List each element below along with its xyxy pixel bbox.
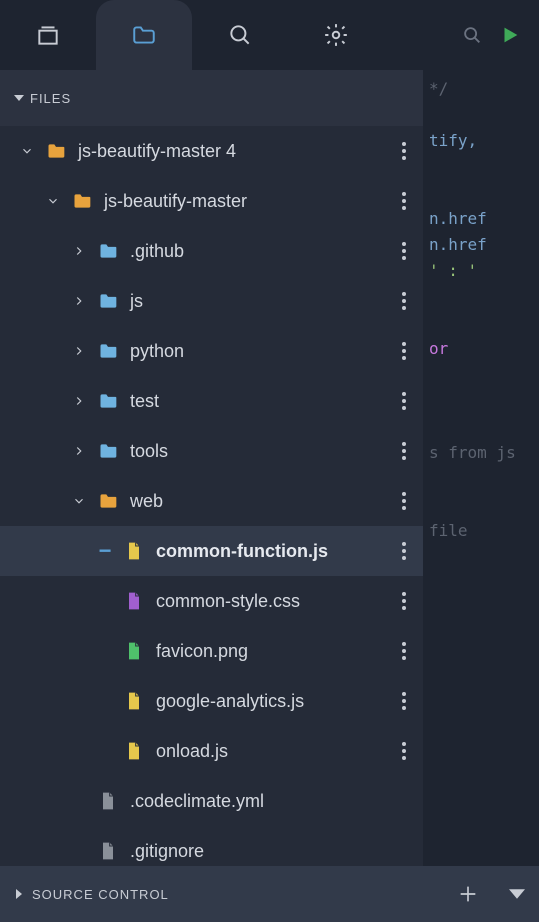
- tree-item-label: .codeclimate.yml: [130, 791, 264, 812]
- file-icon: [98, 841, 118, 861]
- plus-icon: [457, 883, 479, 905]
- tree-item-label: favicon.png: [156, 641, 248, 662]
- chevron-down-icon: [72, 494, 86, 508]
- tree-item-label: js-beautify-master 4: [78, 141, 236, 162]
- source-control-label: SOURCE CONTROL: [32, 887, 169, 902]
- tree-item-label: tools: [130, 441, 168, 462]
- more-options-button[interactable]: [401, 491, 407, 511]
- chevron-right-icon: [72, 294, 86, 308]
- triangle-down-icon: [509, 886, 525, 902]
- tab-search[interactable]: [192, 0, 288, 70]
- tree-row-test[interactable]: test: [0, 376, 423, 426]
- file-icon: [124, 641, 144, 661]
- tree-row-js-beautify-master[interactable]: js-beautify-master: [0, 176, 423, 226]
- file-icon: [124, 591, 144, 611]
- tree-item-label: js: [130, 291, 143, 312]
- tree-row-python[interactable]: python: [0, 326, 423, 376]
- more-options-button[interactable]: [401, 591, 407, 611]
- more-options-button[interactable]: [401, 241, 407, 261]
- file-icon: [98, 791, 118, 811]
- file-tree: js-beautify-master 4 js-beautify-master .g…: [0, 126, 423, 866]
- folder-icon: [131, 22, 157, 48]
- tree-item-label: js-beautify-master: [104, 191, 247, 212]
- more-options-button[interactable]: [401, 391, 407, 411]
- chevron-down-icon: [20, 144, 34, 158]
- source-control-bar: SOURCE CONTROL: [0, 866, 539, 922]
- source-control-dropdown[interactable]: [509, 886, 525, 902]
- tree-item-label: common-style.css: [156, 591, 300, 612]
- tree-row-google-analytics-js[interactable]: google-analytics.js: [0, 676, 423, 726]
- modified-indicator-icon: −: [99, 538, 112, 564]
- chevron-right-icon: [72, 394, 86, 408]
- tree-item-label: .github: [130, 241, 184, 262]
- triangle-down-icon: [14, 93, 24, 103]
- folder-icon: [98, 391, 118, 411]
- tree-item-label: common-function.js: [156, 541, 328, 562]
- folder-icon: [46, 141, 66, 161]
- tab-settings[interactable]: [288, 0, 384, 70]
- topbar: [0, 0, 539, 70]
- chevron-right-icon: [72, 244, 86, 258]
- folder-icon: [72, 191, 92, 211]
- files-panel-toggle[interactable]: FILES: [14, 91, 71, 106]
- tree-item-label: test: [130, 391, 159, 412]
- chevron-down-icon: [46, 194, 60, 208]
- more-options-button[interactable]: [401, 341, 407, 361]
- chevron-right-icon: [72, 444, 86, 458]
- file-icon: [124, 541, 144, 561]
- tree-row-favicon-png[interactable]: favicon.png: [0, 626, 423, 676]
- more-options-button[interactable]: [401, 191, 407, 211]
- folder-icon: [98, 491, 118, 511]
- tree-row--gitignore[interactable]: .gitignore: [0, 826, 423, 866]
- tree-row-tools[interactable]: tools: [0, 426, 423, 476]
- more-options-button[interactable]: [401, 541, 407, 561]
- folder-icon: [98, 441, 118, 461]
- folder-icon: [98, 291, 118, 311]
- play-icon: [499, 24, 521, 46]
- more-options-button[interactable]: [401, 441, 407, 461]
- tree-row-js[interactable]: js: [0, 276, 423, 326]
- more-options-button[interactable]: [401, 641, 407, 661]
- source-control-toggle[interactable]: SOURCE CONTROL: [14, 887, 169, 902]
- editor-background: */ tify, n.href n.href ' : ' or s from j…: [423, 70, 539, 866]
- tab-stacks[interactable]: [0, 0, 96, 70]
- more-options-button[interactable]: [401, 141, 407, 161]
- file-icon: [124, 741, 144, 761]
- tree-row--github[interactable]: .github: [0, 226, 423, 276]
- source-control-add[interactable]: [457, 883, 479, 905]
- tree-item-label: python: [130, 341, 184, 362]
- more-options-button[interactable]: [401, 741, 407, 761]
- chevron-right-icon: [72, 344, 86, 358]
- file-icon: [124, 691, 144, 711]
- more-options-button[interactable]: [401, 691, 407, 711]
- tree-row-onload-js[interactable]: onload.js: [0, 726, 423, 776]
- run-button[interactable]: [493, 18, 527, 52]
- tree-row--codeclimate-yml[interactable]: .codeclimate.yml: [0, 776, 423, 826]
- topbar-right: [455, 0, 539, 70]
- stacks-icon: [35, 22, 61, 48]
- folder-icon: [98, 241, 118, 261]
- more-options-button[interactable]: [401, 291, 407, 311]
- triangle-right-icon: [14, 889, 24, 899]
- files-panel-label: FILES: [30, 91, 71, 106]
- folder-icon: [98, 341, 118, 361]
- find-in-editor[interactable]: [455, 18, 489, 52]
- tree-item-label: google-analytics.js: [156, 691, 304, 712]
- tab-files[interactable]: [96, 0, 192, 70]
- tree-row-web[interactable]: web: [0, 476, 423, 526]
- search-icon: [461, 24, 483, 46]
- tree-row-js-beautify-master-4[interactable]: js-beautify-master 4: [0, 126, 423, 176]
- search-icon: [227, 22, 253, 48]
- tree-item-label: web: [130, 491, 163, 512]
- tree-item-label: onload.js: [156, 741, 228, 762]
- tree-item-label: .gitignore: [130, 841, 204, 862]
- tree-row-common-style-css[interactable]: common-style.css: [0, 576, 423, 626]
- tree-row-common-function-js[interactable]: − common-function.js: [0, 526, 423, 576]
- gear-icon: [323, 22, 349, 48]
